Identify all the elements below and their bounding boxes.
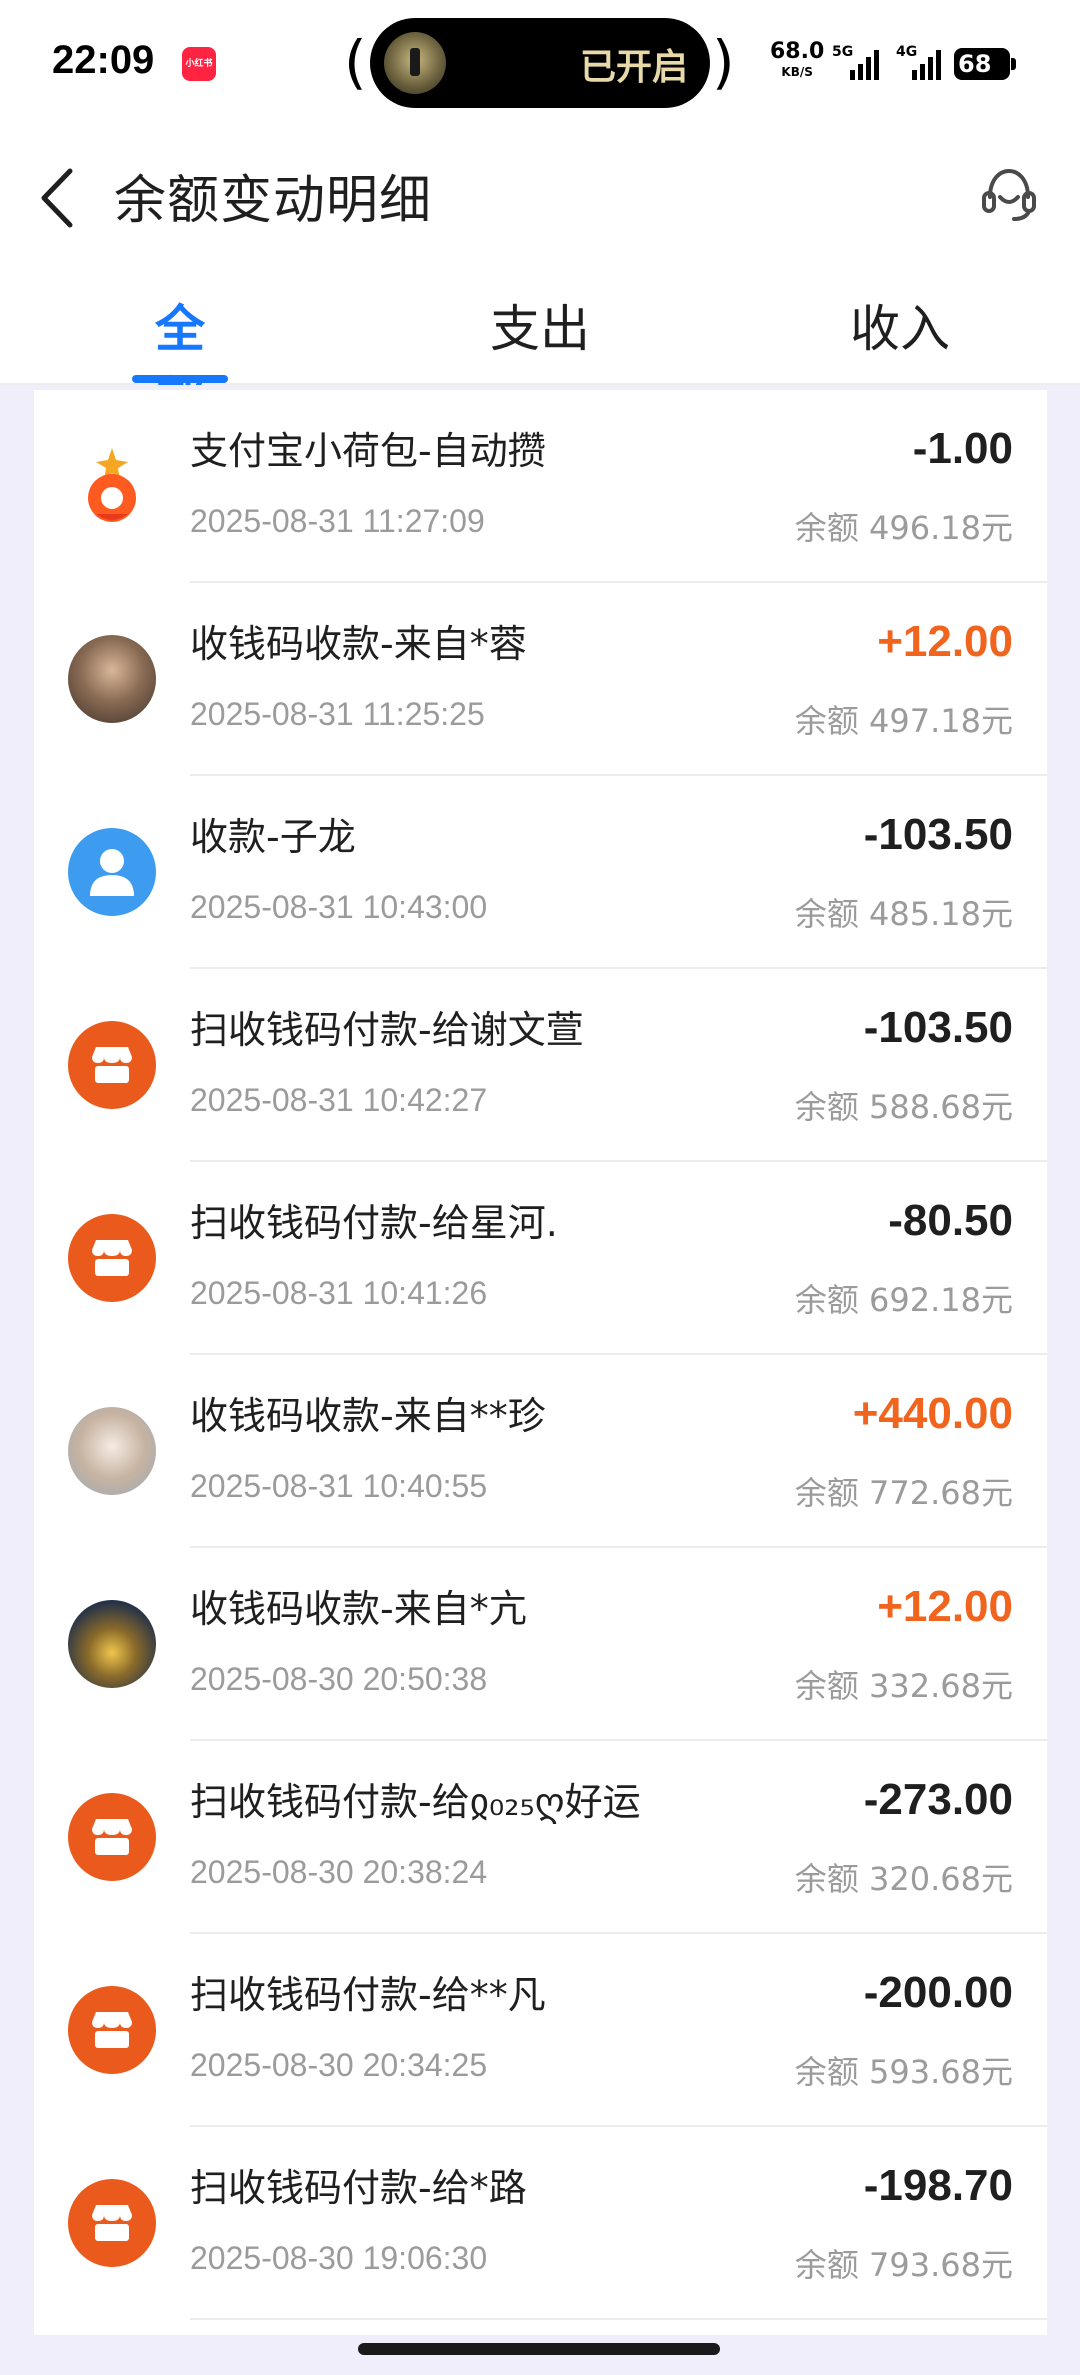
transaction-title: 收款-子龙 xyxy=(190,815,356,859)
transaction-title: 收钱码收款-来自**珍 xyxy=(190,1394,546,1438)
transaction-balance: 余额 320.68元 xyxy=(794,1860,1013,1898)
transaction-balance: 余额 793.68元 xyxy=(794,2246,1013,2284)
transaction-amount: -273.00 xyxy=(863,1775,1013,1824)
app-notification-icon: 小红书 xyxy=(182,47,216,81)
transaction-row[interactable]: 扫收钱码付款-给星河. 2025-08-31 10:41:26 -80.50 余额 6… xyxy=(34,1162,1047,1355)
transaction-time: 2025-08-31 10:42:27 xyxy=(190,1082,488,1118)
shop-icon xyxy=(68,1986,156,2074)
transaction-time: 2025-08-31 11:27:09 xyxy=(190,503,485,539)
customer-service-icon[interactable] xyxy=(978,163,1040,225)
transaction-amount: +12.00 xyxy=(877,1582,1013,1631)
status-time: 22:09 xyxy=(52,38,155,82)
tab-active-indicator xyxy=(132,375,228,383)
status-bar: 22:09 小红书 ( 已开启 ) 68.0 KB/S 5G 4G 68 xyxy=(0,0,1080,125)
tab-income[interactable]: 收入 xyxy=(850,289,950,361)
transaction-amount: -1.00 xyxy=(912,424,1013,473)
transaction-title: 收钱码收款-来自*蓉 xyxy=(190,622,527,666)
net-speed: 68.0 KB/S xyxy=(770,39,825,82)
transaction-time: 2025-08-30 19:06:30 xyxy=(190,2240,488,2276)
transaction-row[interactable]: 收款-子龙 2025-08-31 10:43:00 -103.50 余额 485.18… xyxy=(34,776,1047,969)
transaction-row[interactable]: 扫收钱码付款-给谢文萱 2025-08-31 10:42:27 -103.50 余额 … xyxy=(34,969,1047,1162)
transaction-amount: -103.50 xyxy=(863,1003,1013,1052)
flashlight-icon xyxy=(384,32,446,94)
transaction-title: 支付宝小荷包-自动攒 xyxy=(190,429,546,473)
transaction-time: 2025-08-31 10:41:26 xyxy=(190,1275,488,1311)
transaction-time: 2025-08-31 11:25:25 xyxy=(190,696,485,732)
transaction-list: 支付宝小荷包-自动攒 2025-08-31 11:27:09 -1.00 余额 496… xyxy=(34,390,1047,2335)
transaction-balance: 余额 772.68元 xyxy=(794,1474,1013,1512)
home-indicator[interactable] xyxy=(358,2343,720,2355)
tab-expense[interactable]: 支出 xyxy=(490,289,590,361)
transaction-row[interactable]: 收钱码收款-来自**珍 2025-08-31 10:40:55 +440.00 余额 … xyxy=(34,1355,1047,1548)
transaction-title: 收钱码收款-来自*亢 xyxy=(190,1587,527,1631)
transaction-title: 扫收钱码付款-给谢文萱 xyxy=(190,1008,584,1052)
shop-icon xyxy=(68,1214,156,1302)
transaction-title: 扫收钱码付款-给ჲ₀₂₅ღ好运 xyxy=(190,1780,641,1824)
transaction-row[interactable]: 支付宝小荷包-自动攒 2025-08-31 11:27:09 -1.00 余额 496… xyxy=(34,390,1047,583)
island-right-paren-icon: ) xyxy=(712,28,735,96)
transaction-balance: 余额 588.68元 xyxy=(794,1088,1013,1126)
net-speed-unit: KB/S xyxy=(781,65,813,79)
transaction-balance: 余额 497.18元 xyxy=(794,702,1013,740)
transaction-balance: 余额 692.18元 xyxy=(794,1281,1013,1319)
user-icon xyxy=(68,828,156,916)
net-speed-value: 68.0 xyxy=(770,39,825,64)
transaction-row[interactable]: 扫收钱码付款-给*路 2025-08-30 19:06:30 -198.70 余额 7… xyxy=(34,2127,1047,2320)
avatar xyxy=(68,1407,156,1495)
transaction-balance: 余额 496.18元 xyxy=(794,509,1013,547)
transaction-time: 2025-08-30 20:38:24 xyxy=(190,1854,488,1890)
transaction-time: 2025-08-30 20:50:38 xyxy=(190,1661,488,1697)
transaction-balance: 余额 332.68元 xyxy=(794,1667,1013,1705)
island-left-paren-icon: ( xyxy=(344,28,367,96)
avatar xyxy=(68,1600,156,1688)
transaction-title: 扫收钱码付款-给**凡 xyxy=(190,1973,546,2017)
transaction-amount: -198.70 xyxy=(863,2161,1013,2210)
transaction-amount: -80.50 xyxy=(888,1196,1013,1245)
dynamic-island[interactable]: 已开启 xyxy=(370,18,710,108)
row-divider xyxy=(190,2318,1047,2320)
avatar xyxy=(68,635,156,723)
transaction-amount: -200.00 xyxy=(863,1968,1013,2017)
transaction-title: 扫收钱码付款-给星河. xyxy=(190,1201,558,1245)
transaction-balance: 余额 485.18元 xyxy=(794,895,1013,933)
transaction-balance: 余额 593.68元 xyxy=(794,2053,1013,2091)
shop-icon xyxy=(68,2179,156,2267)
back-arrow-icon[interactable] xyxy=(36,163,88,233)
shop-icon xyxy=(68,1793,156,1881)
piggy-bank-icon xyxy=(68,442,156,530)
filter-tabs: 全部 支出 收入 xyxy=(0,255,1080,430)
transaction-row[interactable]: 扫收钱码付款-给ჲ₀₂₅ღ好运 2025-08-30 20:38:24 -273.0… xyxy=(34,1741,1047,1934)
transaction-title: 扫收钱码付款-给*路 xyxy=(190,2166,527,2210)
page-title: 余额变动明细 xyxy=(114,171,433,231)
battery-icon: 68 xyxy=(954,48,1016,80)
island-status-text: 已开启 xyxy=(579,47,688,88)
transaction-amount: +440.00 xyxy=(852,1389,1013,1438)
shop-icon xyxy=(68,1021,156,1109)
header: 余额变动明细 xyxy=(0,125,1080,255)
transaction-amount: +12.00 xyxy=(877,617,1013,666)
signal-icon-2 xyxy=(912,48,941,80)
transaction-time: 2025-08-30 20:34:25 xyxy=(190,2047,488,2083)
transaction-time: 2025-08-31 10:43:00 xyxy=(190,889,488,925)
transaction-row[interactable]: 收钱码收款-来自*蓉 2025-08-31 11:25:25 +12.00 余额 49… xyxy=(34,583,1047,776)
transaction-row[interactable]: 扫收钱码付款-给**凡 2025-08-30 20:34:25 -200.00 余额 … xyxy=(34,1934,1047,2127)
transaction-row[interactable]: 收钱码收款-来自*亢 2025-08-30 20:50:38 +12.00 余额 33… xyxy=(34,1548,1047,1741)
signal-icon xyxy=(850,48,879,80)
transaction-time: 2025-08-31 10:40:55 xyxy=(190,1468,488,1504)
transaction-amount: -103.50 xyxy=(863,810,1013,859)
